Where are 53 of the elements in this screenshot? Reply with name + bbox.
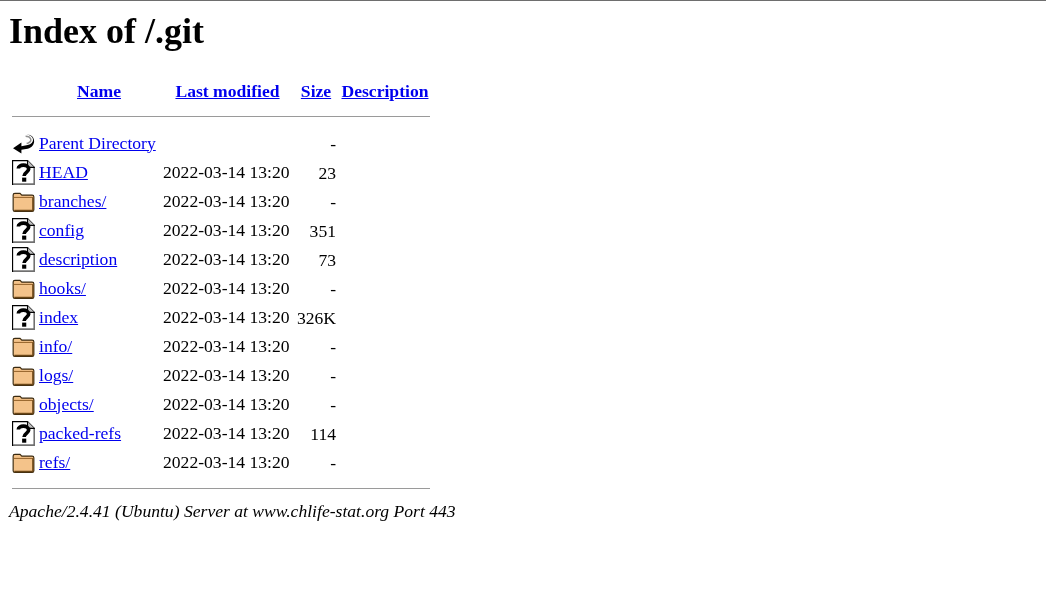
file-size: 23 (318, 162, 336, 183)
folder-icon (12, 365, 35, 386)
column-sort-link[interactable]: Size (300, 80, 332, 101)
folder-icon (12, 336, 35, 357)
file-link[interactable]: description (39, 248, 118, 269)
file-link[interactable]: packed-refs (39, 422, 122, 443)
folder-link[interactable]: info/ (39, 335, 73, 356)
file-size: - (330, 336, 336, 357)
modified-date: 2022-03-14 13:20 (163, 161, 290, 182)
page-title: Index of /.git (9, 11, 204, 51)
folder-link[interactable]: refs/ (39, 451, 71, 472)
question-file-icon (12, 160, 35, 185)
file-size: - (330, 452, 336, 473)
folder-link[interactable]: hooks/ (39, 277, 86, 298)
file-size: - (330, 394, 336, 415)
file-size: 351 (309, 220, 336, 241)
parent-directory-link[interactable]: Parent Directory (39, 132, 156, 153)
question-file-icon (12, 305, 35, 330)
file-size: 326K (296, 307, 336, 328)
modified-date: 2022-03-14 13:20 (163, 248, 290, 269)
question-file-icon (12, 247, 35, 272)
file-size: 114 (310, 423, 336, 444)
file-size: 73 (318, 249, 336, 270)
modified-date: 2022-03-14 13:20 (163, 335, 290, 356)
file-size: - (330, 191, 336, 212)
back-arrow-icon (12, 133, 35, 154)
folder-icon (12, 191, 35, 212)
column-sort-link[interactable]: Name (77, 80, 121, 101)
modified-date: 2022-03-14 13:20 (163, 306, 290, 327)
folder-link[interactable]: objects/ (39, 393, 94, 414)
modified-date: 2022-03-14 13:20 (163, 393, 290, 414)
folder-link[interactable]: branches/ (39, 190, 107, 211)
modified-date: 2022-03-14 13:20 (163, 422, 290, 443)
column-sort-link[interactable]: Last modified (175, 80, 280, 101)
modified-date: 2022-03-14 13:20 (163, 277, 290, 298)
modified-date: 2022-03-14 13:20 (163, 451, 290, 472)
folder-icon (12, 452, 35, 473)
file-size: - (330, 365, 336, 386)
server-signature: Apache/2.4.41 (Ubuntu) Server at www.chlife-stat.org Port 443 (9, 501, 456, 521)
file-link[interactable]: config (39, 219, 84, 240)
folder-icon (12, 278, 35, 299)
file-size: - (330, 133, 336, 154)
modified-date: 2022-03-14 13:20 (163, 219, 290, 240)
modified-date: 2022-03-14 13:20 (163, 364, 290, 385)
folder-icon (12, 394, 35, 415)
question-file-icon (12, 421, 35, 446)
file-size: - (330, 278, 336, 299)
modified-date: 2022-03-14 13:20 (163, 190, 290, 211)
question-file-icon (12, 218, 35, 243)
file-link[interactable]: HEAD (39, 161, 88, 182)
folder-link[interactable]: logs/ (39, 364, 74, 385)
column-sort-link[interactable]: Description (341, 80, 429, 101)
file-link[interactable]: index (39, 306, 79, 327)
